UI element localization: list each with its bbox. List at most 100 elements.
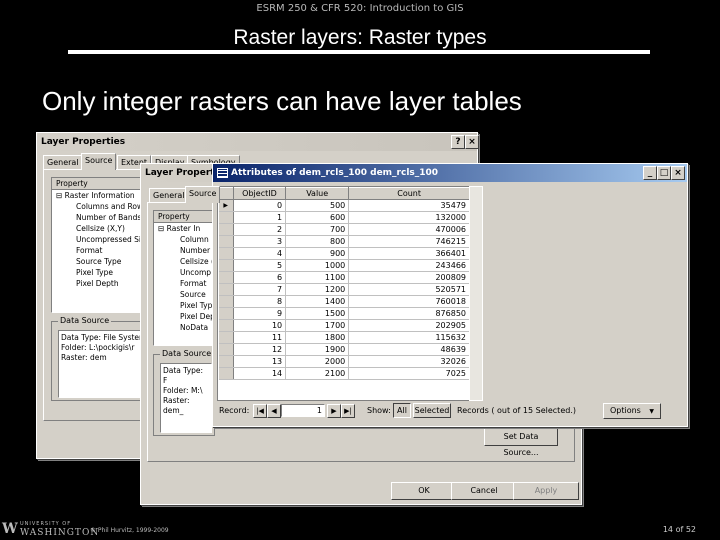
- cell-objectid[interactable]: 4: [233, 247, 287, 260]
- cell-objectid[interactable]: 6: [233, 271, 287, 284]
- property-row[interactable]: Pixel Dep: [154, 311, 214, 322]
- cell-value[interactable]: 700: [285, 223, 350, 236]
- cell-value[interactable]: 2100: [285, 367, 350, 380]
- table-row[interactable]: 9 1500 876850: [218, 307, 470, 320]
- cell-value[interactable]: 1500: [285, 307, 350, 320]
- cell-value[interactable]: 500: [285, 199, 350, 212]
- last-record-button[interactable]: ▶|: [341, 404, 355, 418]
- cell-objectid[interactable]: 7: [233, 283, 287, 296]
- cell-count[interactable]: 366401: [348, 247, 470, 260]
- attribute-table[interactable]: ObjectID Value Count ▶ 0 500 35479 1 600 13200…: [217, 186, 471, 401]
- cell-count[interactable]: 876850: [348, 307, 470, 320]
- row-selector[interactable]: [218, 223, 234, 236]
- cell-value[interactable]: 1100: [285, 271, 350, 284]
- property-row[interactable]: Pixel Type: [52, 267, 152, 278]
- row-selector[interactable]: [218, 247, 234, 260]
- cell-count[interactable]: 202905: [348, 319, 470, 332]
- table-row[interactable]: 5 1000 243466: [218, 259, 470, 272]
- row-selector[interactable]: [218, 271, 234, 284]
- property-row[interactable]: Cellsize (X,Y): [52, 223, 152, 234]
- property-row[interactable]: ⊟ Raster In: [154, 223, 214, 234]
- table-row[interactable]: 10 1700 202905: [218, 319, 470, 332]
- close-button[interactable]: ×: [671, 166, 685, 180]
- cell-count[interactable]: 470006: [348, 223, 470, 236]
- property-grid[interactable]: Property ⊟ Raster In Column Number Cells…: [153, 210, 215, 346]
- set-data-source-button[interactable]: Set Data Source...: [484, 428, 558, 457]
- cell-value[interactable]: 1200: [285, 283, 350, 296]
- cell-count[interactable]: 520571: [348, 283, 470, 296]
- table-row[interactable]: 3 800 746215: [218, 235, 470, 248]
- cancel-button[interactable]: Cancel: [451, 482, 517, 500]
- table-row[interactable]: ▶ 0 500 35479: [218, 199, 470, 212]
- column-header-count[interactable]: Count: [348, 187, 470, 200]
- property-row[interactable]: NoData: [154, 322, 214, 333]
- property-row[interactable]: Column: [154, 234, 214, 245]
- record-number-field[interactable]: 1: [281, 404, 325, 417]
- cell-value[interactable]: 600: [285, 211, 350, 224]
- table-row[interactable]: 6 1100 200809: [218, 271, 470, 284]
- ok-button[interactable]: OK: [391, 482, 457, 500]
- table-row[interactable]: 13 2000 32026: [218, 355, 470, 368]
- tab-source[interactable]: Source: [81, 153, 117, 170]
- cell-count[interactable]: 7025: [348, 367, 470, 380]
- cell-objectid[interactable]: 0: [233, 199, 287, 212]
- row-selector[interactable]: [218, 367, 234, 380]
- show-selected-button[interactable]: Selected: [413, 403, 451, 418]
- cell-value[interactable]: 2000: [285, 355, 350, 368]
- show-all-button[interactable]: All: [393, 403, 411, 418]
- tab-general[interactable]: General: [43, 155, 83, 170]
- property-row[interactable]: Format: [52, 245, 152, 256]
- property-row[interactable]: Pixel Depth: [52, 278, 152, 289]
- row-selector[interactable]: [218, 259, 234, 272]
- row-selector[interactable]: [218, 283, 234, 296]
- cell-value[interactable]: 1900: [285, 343, 350, 356]
- cell-value[interactable]: 800: [285, 235, 350, 248]
- cell-count[interactable]: 115632: [348, 331, 470, 344]
- row-selector[interactable]: [218, 295, 234, 308]
- row-selector[interactable]: [218, 343, 234, 356]
- cell-count[interactable]: 48639: [348, 343, 470, 356]
- property-row[interactable]: Columns and Rows: [52, 201, 152, 212]
- table-row[interactable]: 1 600 132000: [218, 211, 470, 224]
- table-row[interactable]: 4 900 366401: [218, 247, 470, 260]
- cell-value[interactable]: 1000: [285, 259, 350, 272]
- cell-count[interactable]: 32026: [348, 355, 470, 368]
- property-row[interactable]: ⊟ Raster Information: [52, 190, 152, 201]
- vertical-scrollbar[interactable]: [469, 186, 483, 401]
- table-row[interactable]: 2 700 470006: [218, 223, 470, 236]
- row-selector[interactable]: [218, 355, 234, 368]
- cell-objectid[interactable]: 11: [233, 331, 287, 344]
- cell-count[interactable]: 243466: [348, 259, 470, 272]
- cell-count[interactable]: 746215: [348, 235, 470, 248]
- cell-value[interactable]: 1700: [285, 319, 350, 332]
- table-row[interactable]: 12 1900 48639: [218, 343, 470, 356]
- cell-value[interactable]: 1400: [285, 295, 350, 308]
- row-selector[interactable]: [218, 307, 234, 320]
- cell-count[interactable]: 35479: [348, 199, 470, 212]
- tab-general[interactable]: General: [149, 188, 189, 203]
- tab-source[interactable]: Source: [185, 186, 221, 203]
- cell-objectid[interactable]: 9: [233, 307, 287, 320]
- row-selector[interactable]: [218, 331, 234, 344]
- apply-button[interactable]: Apply: [513, 482, 579, 500]
- cell-objectid[interactable]: 5: [233, 259, 287, 272]
- table-row[interactable]: 8 1400 760018: [218, 295, 470, 308]
- cell-value[interactable]: 900: [285, 247, 350, 260]
- cell-objectid[interactable]: 10: [233, 319, 287, 332]
- property-row[interactable]: Format: [154, 278, 214, 289]
- cell-objectid[interactable]: 14: [233, 367, 287, 380]
- table-row[interactable]: 14 2100 7025: [218, 367, 470, 380]
- column-header-value[interactable]: Value: [285, 187, 350, 200]
- minimize-button[interactable]: _: [643, 166, 657, 180]
- row-selector[interactable]: [218, 211, 234, 224]
- property-row[interactable]: Source: [154, 289, 214, 300]
- property-row[interactable]: Cellsize (: [154, 256, 214, 267]
- options-button[interactable]: Options ▼: [603, 403, 661, 419]
- row-selector[interactable]: [218, 319, 234, 332]
- column-header-objectid[interactable]: ObjectID: [232, 187, 287, 200]
- cell-objectid[interactable]: 3: [233, 235, 287, 248]
- cell-objectid[interactable]: 12: [233, 343, 287, 356]
- cell-objectid[interactable]: 8: [233, 295, 287, 308]
- cell-count[interactable]: 132000: [348, 211, 470, 224]
- property-row[interactable]: Pixel Typ: [154, 300, 214, 311]
